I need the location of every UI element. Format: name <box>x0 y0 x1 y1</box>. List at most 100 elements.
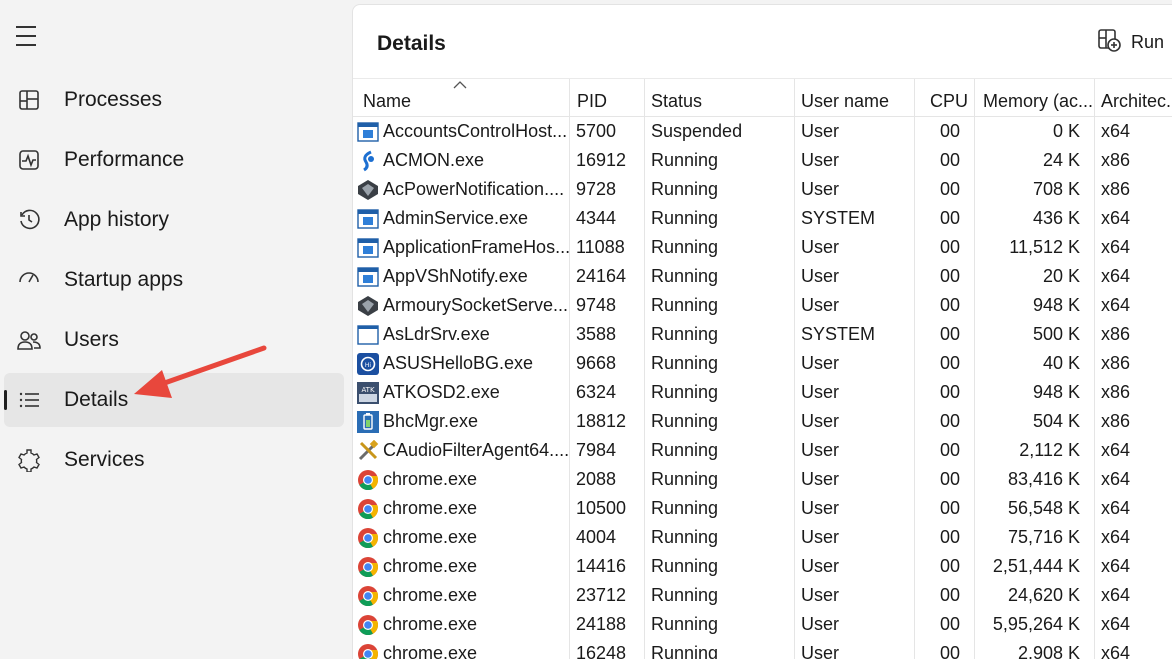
cell-user-name: SYSTEM <box>795 204 915 233</box>
table-header: Name PID Status User name CPU Memory (ac… <box>353 79 1172 117</box>
table-row[interactable]: chrome.exe 2088 Running User 00 83,416 K x64 <box>353 465 1172 494</box>
svg-text:ATK: ATK <box>361 386 375 394</box>
cell-name: chrome.exe <box>353 465 570 494</box>
column-header-user-name[interactable]: User name <box>795 79 915 117</box>
cell-architecture: x64 <box>1101 121 1131 141</box>
cell-memory: 708 K <box>975 175 1095 204</box>
process-name: AcPowerNotification.... <box>383 179 565 199</box>
cell-architecture: x86 <box>1101 179 1131 199</box>
cell-cpu: 00 <box>915 349 975 378</box>
cell-user-name: User <box>795 291 915 320</box>
cell-pid: 7984 <box>570 436 645 465</box>
table-row[interactable]: AsLdrSrv.exe 3588 Running SYSTEM 00 500 K x86 <box>353 320 1172 349</box>
sidebar-item-services[interactable]: Services <box>4 433 344 487</box>
cell-user-name: User <box>795 262 915 291</box>
cell-architecture: x64 <box>1101 527 1131 547</box>
table-row[interactable]: CAudioFilterAgent64.... 7984 Running User 00… <box>353 436 1172 465</box>
atk-icon: ATK <box>357 382 379 404</box>
armoury-icon <box>357 295 379 317</box>
table-row[interactable]: AccountsControlHost... 5700 Suspended User 0… <box>353 117 1172 146</box>
table-row[interactable]: chrome.exe 24188 Running User 00 5,95,264 K x6… <box>353 610 1172 639</box>
sidebar-item-processes[interactable]: Processes <box>4 73 344 127</box>
hamburger-menu-icon[interactable] <box>14 26 40 50</box>
cell-architecture: x64 <box>1101 585 1131 605</box>
sidebar-item-performance[interactable]: Performance <box>4 133 344 187</box>
table-row[interactable]: AppVShNotify.exe 24164 Running User 00 20 K x6… <box>353 262 1172 291</box>
run-new-task-button[interactable]: Run <box>1097 28 1165 55</box>
cell-pid: 4004 <box>570 523 645 552</box>
process-name: chrome.exe <box>383 643 478 659</box>
cell-cpu: 00 <box>915 581 975 610</box>
cell-user-name: User <box>795 378 915 407</box>
process-name: AppVShNotify.exe <box>383 266 528 286</box>
column-header-memory[interactable]: Memory (ac... <box>975 79 1095 117</box>
run-button-label: Run <box>1131 31 1165 52</box>
cell-user-name: User <box>795 552 915 581</box>
cell-cpu: 00 <box>915 378 975 407</box>
chrome-icon <box>357 643 379 659</box>
table-row[interactable]: AcPowerNotification.... 9728 Running User 00… <box>353 175 1172 204</box>
cell-user-name: User <box>795 581 915 610</box>
cell-pid: 9668 <box>570 349 645 378</box>
cell-architecture: x64 <box>1101 208 1131 228</box>
cell-pid: 3588 <box>570 320 645 349</box>
process-name: chrome.exe <box>383 469 478 489</box>
cell-architecture: x64 <box>1101 440 1131 460</box>
main-panel: Details Run Name PID Status User name CP… <box>352 4 1172 659</box>
cell-pid: 9728 <box>570 175 645 204</box>
table-row[interactable]: chrome.exe 23712 Running User 00 24,620 K x64 <box>353 581 1172 610</box>
chrome-icon <box>357 527 379 549</box>
cell-name: ACMON.exe <box>353 146 570 175</box>
chrome-icon <box>357 585 379 607</box>
column-header-architecture[interactable]: Architec... <box>1095 79 1172 117</box>
cell-architecture: x64 <box>1101 469 1131 489</box>
cell-name: AppVShNotify.exe <box>353 262 570 291</box>
column-header-pid[interactable]: PID <box>570 79 645 117</box>
table-row[interactable]: AdminService.exe 4344 Running SYSTEM 00 436 K… <box>353 204 1172 233</box>
table-row[interactable]: chrome.exe 4004 Running User 00 75,716 K x64 <box>353 523 1172 552</box>
window-icon <box>357 237 379 259</box>
cell-memory: 11,512 K <box>975 233 1095 262</box>
chrome-icon <box>357 498 379 520</box>
cell-memory: 40 K <box>975 349 1095 378</box>
tools-icon <box>357 439 379 462</box>
cell-memory: 2,112 K <box>975 436 1095 465</box>
cell-architecture: x64 <box>1101 498 1131 518</box>
sidebar: Processes Performance App history Startu… <box>0 0 352 659</box>
cell-user-name: User <box>795 523 915 552</box>
cell-architecture: x86 <box>1101 382 1131 402</box>
cell-memory: 0 K <box>975 117 1095 146</box>
table-row[interactable]: Hi ASUSHelloBG.exe 9668 Running User 00 40 K x8… <box>353 349 1172 378</box>
cell-architecture: x86 <box>1101 150 1131 170</box>
sidebar-item-label: Startup apps <box>64 268 184 291</box>
table-row[interactable]: chrome.exe 16248 Running User 00 2,908 K x64 <box>353 639 1172 659</box>
sidebar-item-app-history[interactable]: App history <box>4 193 344 247</box>
sidebar-item-label: App history <box>64 208 170 231</box>
process-name: ACMON.exe <box>383 150 485 170</box>
table-row[interactable]: ACMON.exe 16912 Running User 00 24 K x86 <box>353 146 1172 175</box>
cell-cpu: 00 <box>915 146 975 175</box>
table-row[interactable]: ArmourySocketServe... 9748 Running User 00 94… <box>353 291 1172 320</box>
table-row[interactable]: ApplicationFrameHos... 11088 Running User 00… <box>353 233 1172 262</box>
cell-pid: 16912 <box>570 146 645 175</box>
cell-status: Running <box>645 552 795 581</box>
table-row[interactable]: BhcMgr.exe 18812 Running User 00 504 K x86 <box>353 407 1172 436</box>
cell-name: chrome.exe <box>353 610 570 639</box>
cell-status: Running <box>645 523 795 552</box>
cell-memory: 75,716 K <box>975 523 1095 552</box>
table-row[interactable]: ATK ATKOSD2.exe 6324 Running User 00 948 K x86 <box>353 378 1172 407</box>
sidebar-item-startup-apps[interactable]: Startup apps <box>4 253 344 307</box>
cell-name: ATK ATKOSD2.exe <box>353 378 570 407</box>
column-header-cpu[interactable]: CPU <box>915 79 975 117</box>
column-header-status[interactable]: Status <box>645 79 795 117</box>
cell-memory: 504 K <box>975 407 1095 436</box>
table-row[interactable]: chrome.exe 14416 Running User 00 2,51,444 K x6… <box>353 552 1172 581</box>
cell-cpu: 00 <box>915 552 975 581</box>
cell-memory: 83,416 K <box>975 465 1095 494</box>
column-header-name[interactable]: Name <box>353 79 570 117</box>
cell-pid: 14416 <box>570 552 645 581</box>
window-icon <box>357 121 379 143</box>
cell-name: ApplicationFrameHos... <box>353 233 570 262</box>
sidebar-item-label: Details <box>64 388 129 411</box>
table-row[interactable]: chrome.exe 10500 Running User 00 56,548 K x64 <box>353 494 1172 523</box>
